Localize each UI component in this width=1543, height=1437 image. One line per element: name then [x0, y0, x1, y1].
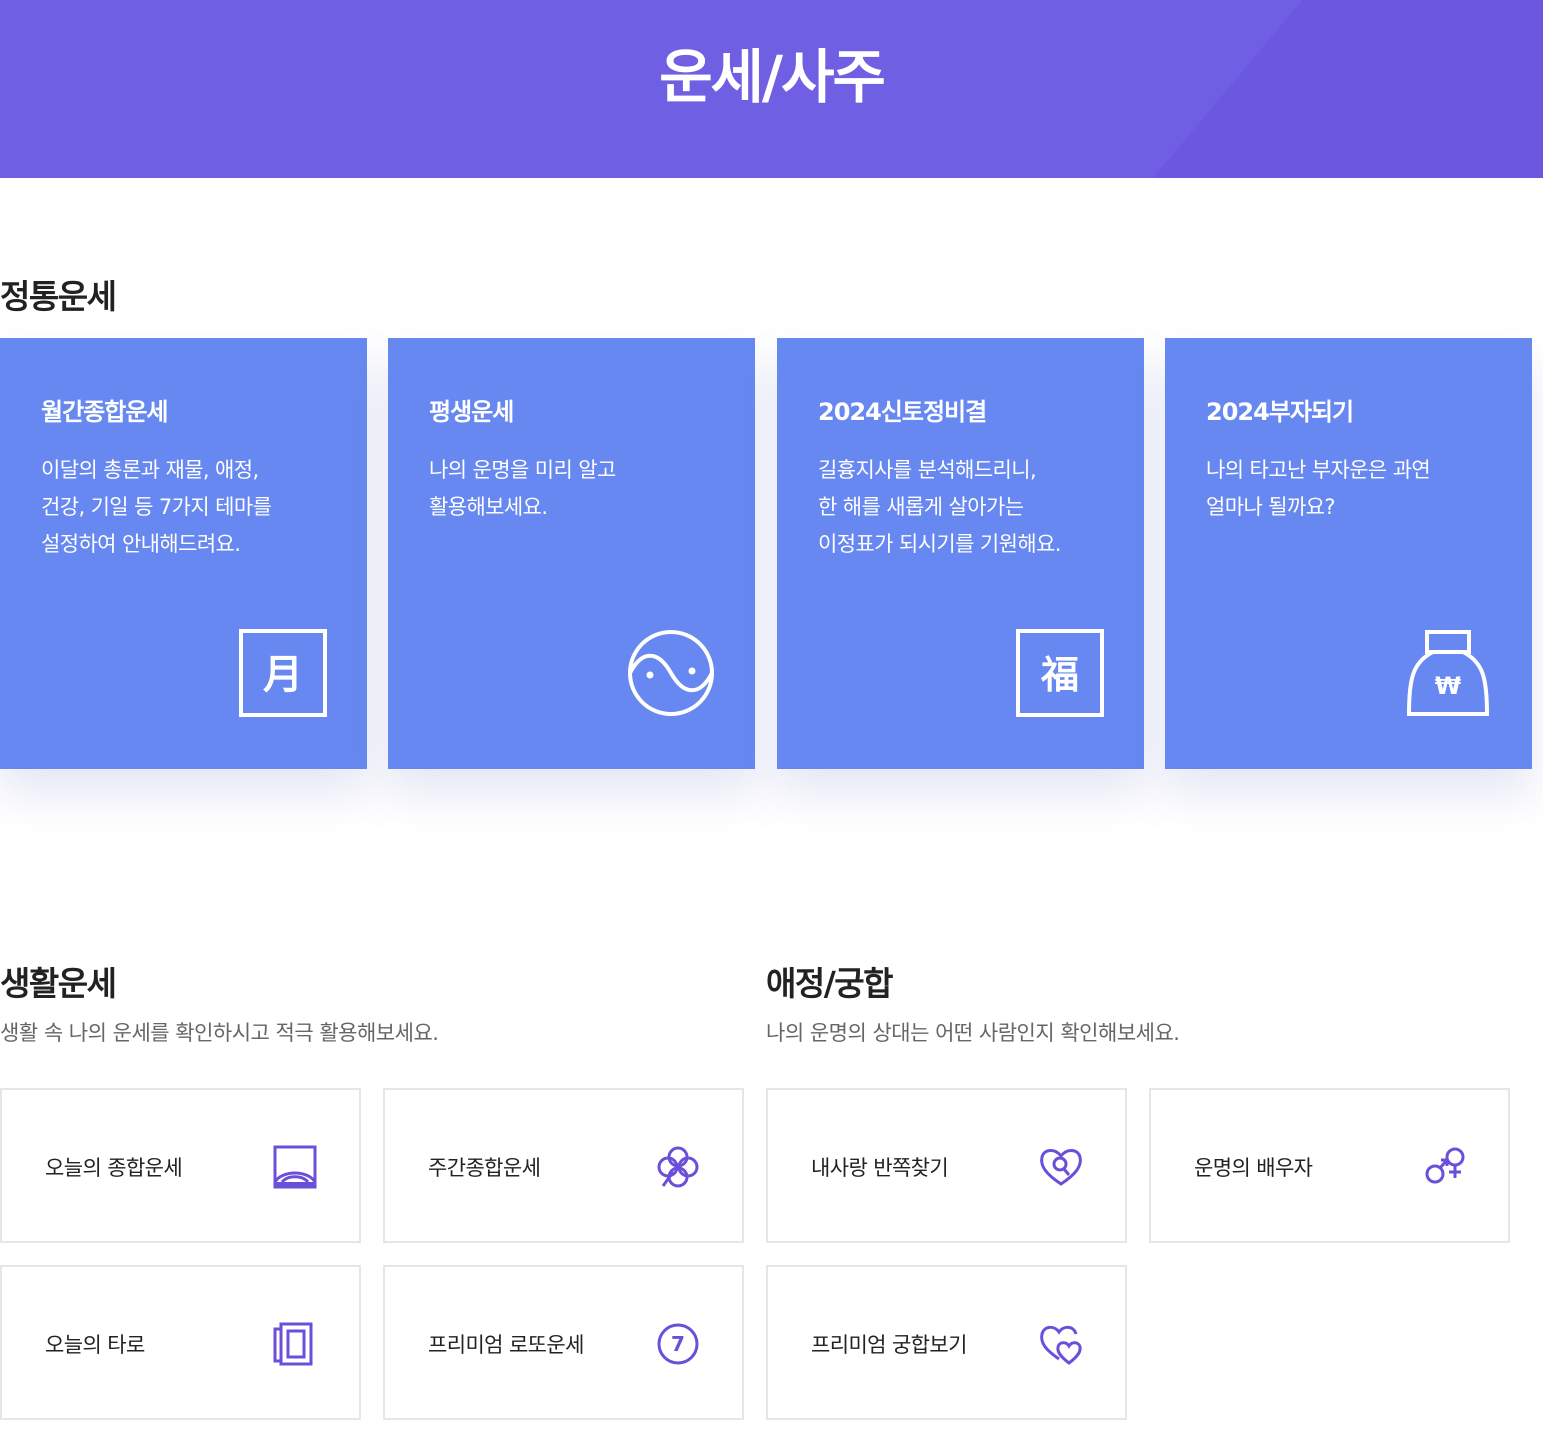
gender-symbols-icon — [1425, 1147, 1465, 1184]
tile-label: 내사랑 반쪽찾기 — [811, 1156, 949, 1180]
life-section-description: 생활 속 나의 운세를 확인하시고 적극 활용해보세요. — [0, 1021, 439, 1045]
card-title: 평생운세 — [429, 398, 514, 426]
money-bag-icon-glyph: ₩ — [1435, 672, 1462, 700]
card-title: 월간종합운세 — [41, 398, 168, 426]
moon-char-icon-glyph: 月 — [263, 652, 303, 698]
traditional-section-title: 정통운세 — [0, 277, 117, 316]
life-section-title: 생활운세 — [0, 964, 117, 1003]
card-description: 나의 타고난 부자운은 과연 얼마나 될까요? — [1206, 458, 1431, 519]
tile-premium-lotto[interactable]: 프리미엄 로또운세 7 — [383, 1265, 744, 1420]
lotto-ball-icon: 7 — [657, 1323, 699, 1365]
tile-today-fortune[interactable]: 오늘의 종합운세 — [0, 1088, 361, 1243]
card-description: 길흉지사를 분석해드리니, 한 해를 새롭게 살아가는 이정표가 되시기를 기원… — [818, 458, 1061, 556]
card-description: 이달의 총론과 재물, 애정, 건강, 기일 등 7가지 테마를 설정하여 안내… — [41, 458, 272, 556]
love-section-title: 애정/궁합 — [766, 964, 894, 1003]
tarot-cards-icon — [273, 1322, 313, 1366]
tile-weekly-fortune[interactable]: 주간종합운세 — [383, 1088, 744, 1243]
moon-char-icon: 月 — [239, 629, 327, 717]
heart-search-icon — [1040, 1149, 1082, 1186]
love-section-description: 나의 운명의 상대는 어떤 사람인지 확인해보세요. — [766, 1021, 1180, 1045]
yin-yang-icon — [628, 630, 714, 716]
tile-label: 프리미엄 궁합보기 — [811, 1333, 967, 1357]
page-title: 운세/사주 — [659, 43, 886, 111]
card-description: 나의 운명을 미리 알고 활용해보세요. — [429, 458, 616, 519]
tile-today-tarot[interactable]: 오늘의 타로 — [0, 1265, 361, 1420]
fortune-char-icon: 福 — [1016, 629, 1104, 717]
card-tojeong[interactable]: 2024신토정비결 길흉지사를 분석해드리니, 한 해를 새롭게 살아가는 이정… — [777, 338, 1144, 769]
tile-destined-spouse[interactable]: 운명의 배우자 — [1149, 1088, 1510, 1243]
tile-premium-compatibility[interactable]: 프리미엄 궁합보기 — [766, 1265, 1127, 1420]
card-lifetime-fortune[interactable]: 평생운세 나의 운명을 미리 알고 활용해보세요. — [388, 338, 755, 769]
tile-label: 주간종합운세 — [428, 1156, 541, 1180]
clover-icon — [657, 1146, 699, 1188]
double-heart-icon — [1040, 1325, 1082, 1365]
card-monthly-fortune[interactable]: 월간종합운세 이달의 총론과 재물, 애정, 건강, 기일 등 7가지 테마를 … — [0, 338, 367, 769]
tile-label: 오늘의 종합운세 — [45, 1156, 183, 1180]
sunrise-icon — [273, 1145, 317, 1189]
money-bag-icon: ₩ — [1406, 630, 1490, 716]
card-title: 2024신토정비결 — [818, 398, 987, 426]
fortune-char-icon-glyph: 福 — [1040, 653, 1079, 697]
lotto-ball-icon-glyph: 7 — [671, 1332, 685, 1356]
tile-label: 운명의 배우자 — [1194, 1156, 1313, 1180]
card-getting-rich[interactable]: 2024부자되기 나의 타고난 부자운은 과연 얼마나 될까요? ₩ — [1165, 338, 1532, 769]
tile-label: 오늘의 타로 — [45, 1333, 145, 1357]
card-title: 2024부자되기 — [1206, 398, 1354, 426]
tile-label: 프리미엄 로또운세 — [428, 1333, 584, 1357]
tile-find-soulmate[interactable]: 내사랑 반쪽찾기 — [766, 1088, 1127, 1243]
page-header: 운세/사주 — [0, 0, 1543, 178]
